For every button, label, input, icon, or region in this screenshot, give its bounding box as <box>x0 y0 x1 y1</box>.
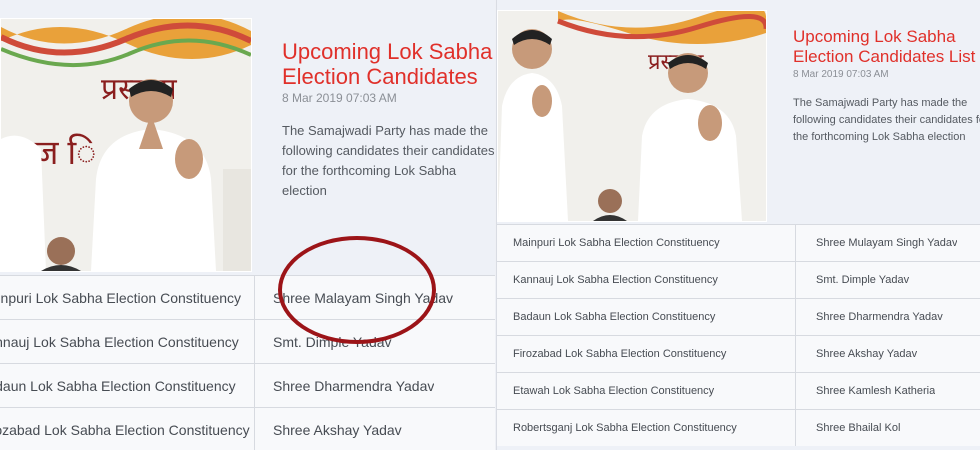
article-photo[interactable]: प्रस्त स -ज ि <box>0 18 252 272</box>
politicians-photo-illustration: प्रस्त स -ज ि <box>1 19 251 271</box>
table-row: Badaun Lok Sabha Election Constituency S… <box>0 363 495 407</box>
table-row: Badaun Lok Sabha Election Constituency S… <box>497 298 980 335</box>
constituency-cell: Kannauj Lok Sabha Election Constituency <box>0 320 255 363</box>
article-headline[interactable]: Upcoming Lok Sabha Election Candidates L… <box>793 27 980 67</box>
table-row: Kannauj Lok Sabha Election Constituency … <box>497 261 980 298</box>
constituency-cell: Firozabad Lok Sabha Election Constituenc… <box>497 336 796 372</box>
left-article-panel: प्रस्त स -ज ि Upcoming Lok Sabha Electio… <box>0 0 495 450</box>
constituency-cell: Robertsganj Lok Sabha Election Constitue… <box>497 410 796 446</box>
candidate-cell: Shree Dharmendra Yadav <box>816 311 943 323</box>
candidate-cell: Shree Dharmendra Yadav <box>273 377 435 394</box>
article-summary: The Samajwadi Party has made the followi… <box>282 123 495 198</box>
error-highlight-circle <box>278 236 436 344</box>
constituency-cell: Etawah Lok Sabha Election Constituency <box>497 373 796 409</box>
article-headline[interactable]: Upcoming Lok Sabha Election Candidates <box>282 39 495 89</box>
constituency-cell: Mainpuri Lok Sabha Election Constituency <box>0 276 255 319</box>
candidates-table: Mainpuri Lok Sabha Election Constituency… <box>497 224 980 446</box>
constituency-cell: Badaun Lok Sabha Election Constituency <box>497 299 796 335</box>
table-row: Firozabad Lok Sabha Election Constituenc… <box>497 335 980 372</box>
article-summary: The Samajwadi Party has made the followi… <box>793 97 980 143</box>
table-row: Firozabad Lok Sabha Election Constituenc… <box>0 407 495 450</box>
table-row: Robertsganj Lok Sabha Election Constitue… <box>497 409 980 446</box>
table-row: Etawah Lok Sabha Election Constituency S… <box>497 372 980 409</box>
constituency-cell: Badaun Lok Sabha Election Constituency <box>0 364 255 407</box>
politicians-photo-illustration: प्रस्त स <box>498 11 766 221</box>
right-article-panel: प्रस्त स Upcoming Lok Sabha Election Can… <box>496 0 980 450</box>
article-date: 8 Mar 2019 07:03 AM <box>282 91 397 105</box>
article-date: 8 Mar 2019 07:03 AM <box>793 69 889 80</box>
candidate-cell: Shree Akshay Yadav <box>273 421 402 438</box>
candidate-cell: Shree Akshay Yadav <box>816 348 918 360</box>
candidate-cell: Shree Bhailal Kol <box>816 422 901 434</box>
candidate-cell: Shree Kamlesh Katheria <box>816 385 936 397</box>
table-row: Mainpuri Lok Sabha Election Constituency… <box>497 224 980 261</box>
article-photo[interactable]: प्रस्त स <box>497 10 767 222</box>
candidate-cell: Shree Mulayam Singh Yadav <box>816 237 958 249</box>
constituency-cell: Firozabad Lok Sabha Election Constituenc… <box>0 408 255 450</box>
table-row: Kannauj Lok Sabha Election Constituency … <box>0 319 495 363</box>
constituency-cell: Kannauj Lok Sabha Election Constituency <box>497 262 796 298</box>
constituency-cell: Mainpuri Lok Sabha Election Constituency <box>497 225 796 261</box>
candidate-cell: Smt. Dimple Yadav <box>816 274 910 286</box>
